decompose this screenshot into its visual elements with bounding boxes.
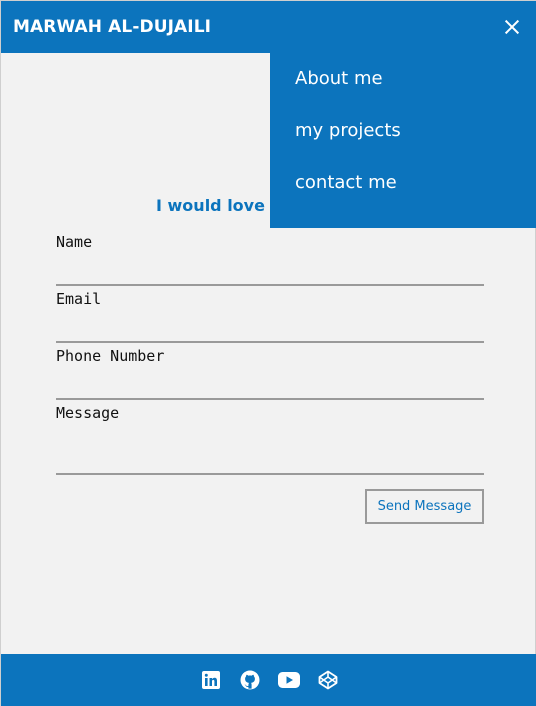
message-field[interactable] bbox=[56, 423, 484, 475]
send-message-button[interactable]: Send Message bbox=[365, 489, 484, 524]
close-icon[interactable] bbox=[501, 16, 523, 38]
phone-field[interactable] bbox=[56, 366, 484, 400]
message-label: Message bbox=[56, 404, 120, 422]
name-field[interactable] bbox=[56, 252, 484, 286]
codepen-icon[interactable] bbox=[317, 669, 339, 691]
email-field[interactable] bbox=[56, 309, 484, 343]
site-header: MARWAH AL-DUJAILI bbox=[1, 1, 536, 53]
phone-label: Phone Number bbox=[56, 347, 165, 365]
brand-title[interactable]: MARWAH AL-DUJAILI bbox=[13, 17, 211, 37]
email-label: Email bbox=[56, 290, 102, 308]
menu-item-contact[interactable]: contact me bbox=[270, 171, 536, 223]
youtube-icon[interactable] bbox=[277, 669, 300, 691]
contact-form: Name Email Phone Number Message bbox=[56, 232, 484, 475]
github-icon[interactable] bbox=[239, 669, 261, 691]
menu-item-about[interactable]: About me bbox=[270, 67, 536, 119]
linkedin-icon[interactable] bbox=[200, 669, 222, 691]
name-label: Name bbox=[56, 233, 93, 251]
site-footer bbox=[1, 654, 536, 706]
menu-item-projects[interactable]: my projects bbox=[270, 119, 536, 171]
nav-menu: About me my projects contact me bbox=[270, 53, 536, 228]
